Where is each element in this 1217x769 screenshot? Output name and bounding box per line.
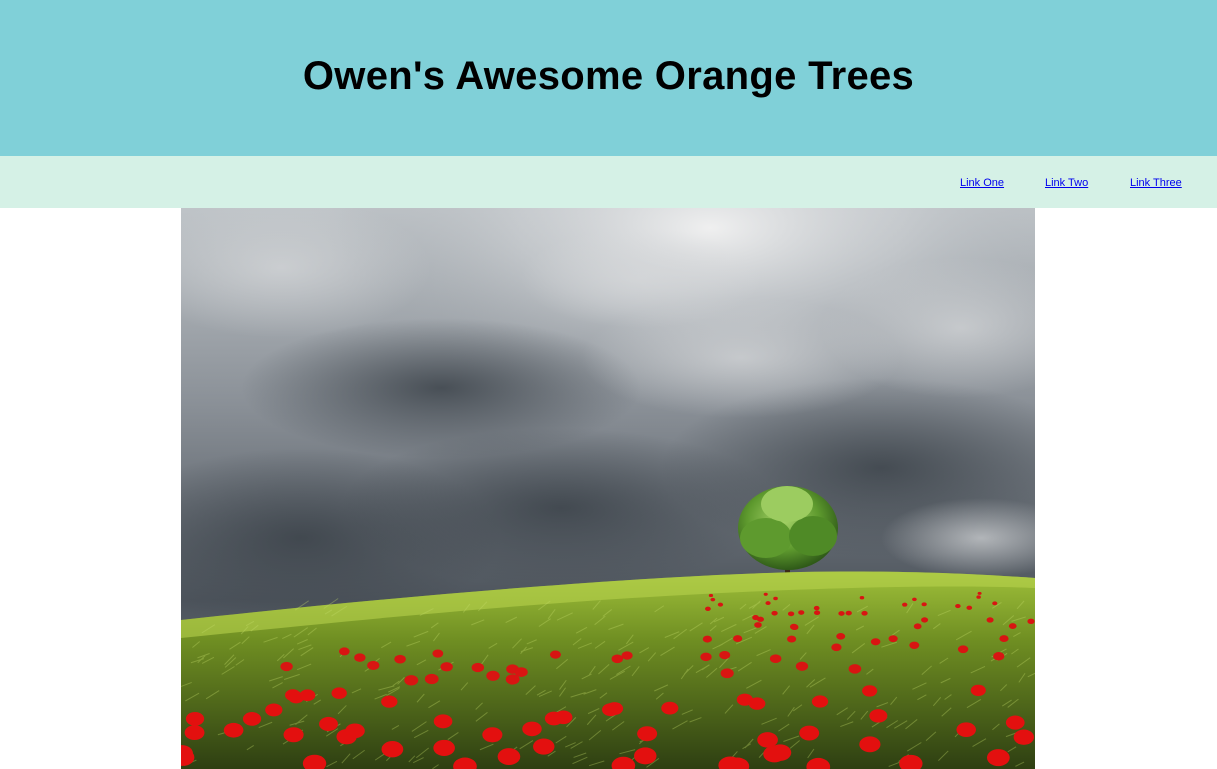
nav-bar: Link One Link Two Link Three — [0, 156, 1217, 208]
site-header: Owen's Awesome Orange Trees — [0, 0, 1217, 156]
nav-link-two[interactable]: Link Two — [1045, 177, 1088, 189]
landscape-photo — [181, 208, 1035, 769]
page-title: Owen's Awesome Orange Trees — [302, 53, 915, 98]
hero-image — [181, 208, 1035, 769]
nav-link-three[interactable]: Link Three — [1130, 177, 1182, 189]
nav-link-one[interactable]: Link One — [960, 177, 1004, 189]
